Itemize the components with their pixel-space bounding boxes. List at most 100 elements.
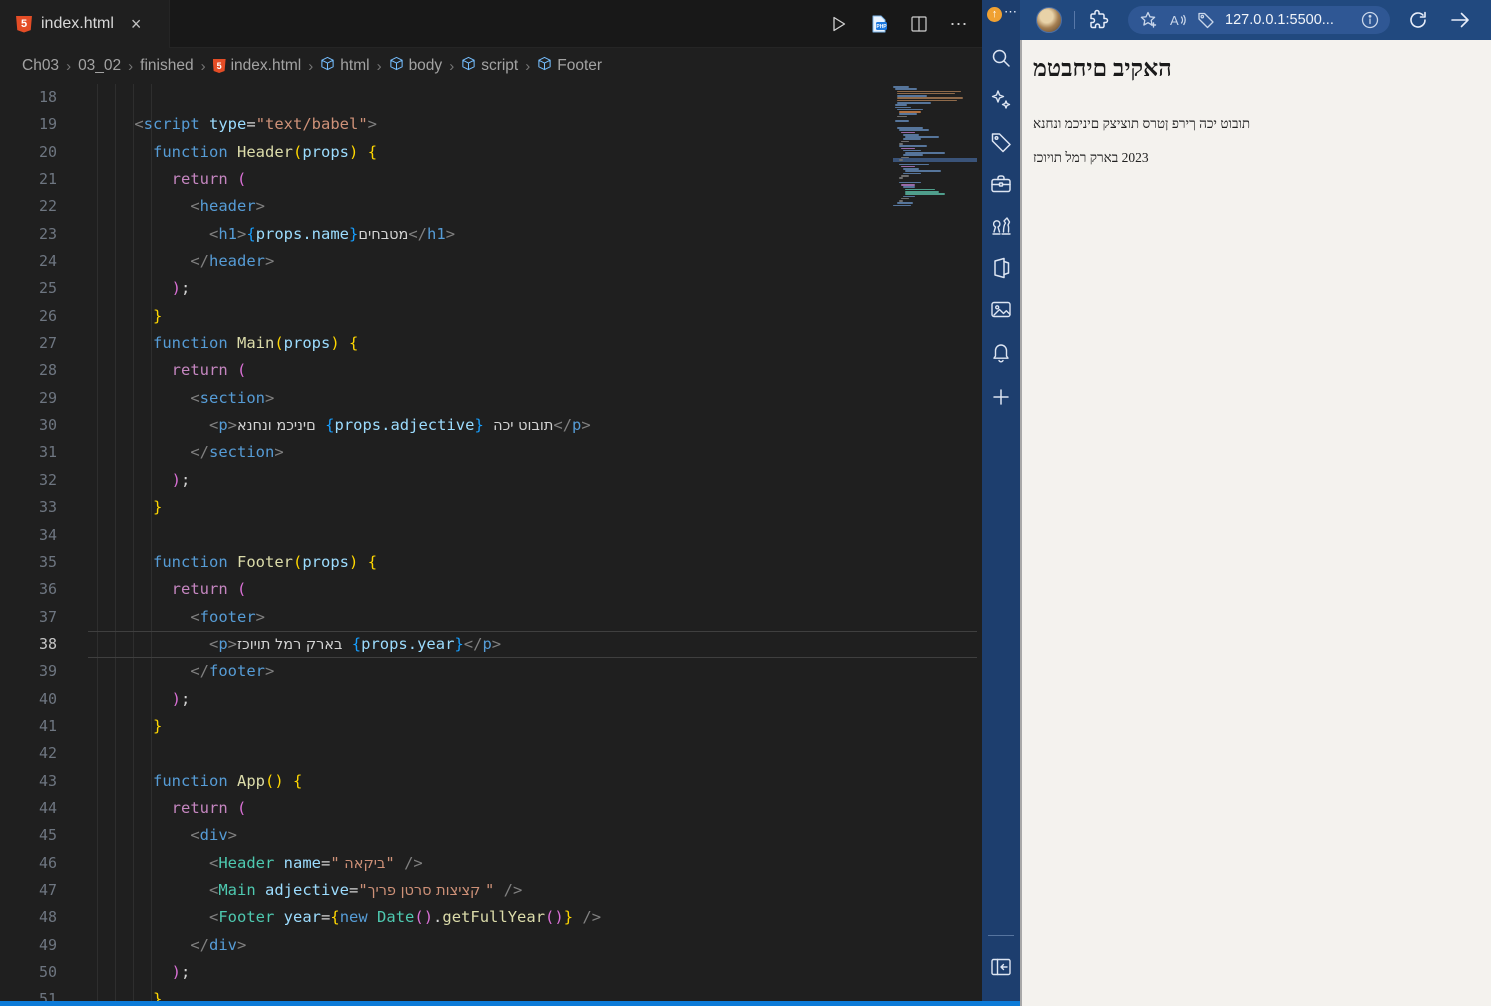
code-line-40[interactable]: ); bbox=[97, 686, 601, 713]
code-line-48[interactable]: <Footer year={new Date().getFullYear()} … bbox=[97, 904, 601, 931]
add-sidebar-item-icon[interactable] bbox=[989, 385, 1013, 409]
code-line-47[interactable]: <Main adjective="קציצות סרטן פריך " /> bbox=[97, 877, 601, 904]
tab-close-icon[interactable]: × bbox=[131, 15, 142, 33]
tools-briefcase-icon[interactable] bbox=[989, 172, 1013, 196]
code-line-22[interactable]: <header> bbox=[97, 193, 601, 220]
code-line-20[interactable]: function Header(props) { bbox=[97, 139, 601, 166]
collapse-sidebar-icon[interactable] bbox=[989, 955, 1013, 979]
profile-avatar[interactable] bbox=[1036, 7, 1062, 33]
code-line-41[interactable]: } bbox=[97, 713, 601, 740]
extensions-icon[interactable] bbox=[1086, 8, 1110, 32]
tab-label: index.html bbox=[41, 15, 114, 32]
favorites-star-icon[interactable] bbox=[1138, 10, 1158, 30]
games-chess-icon[interactable] bbox=[989, 214, 1013, 238]
code-content[interactable]: <script type="text/babel"> function Head… bbox=[97, 84, 601, 1006]
code-line-44[interactable]: return ( bbox=[97, 795, 601, 822]
code-line-23[interactable]: <h1>{props.name}מטבחים</h1> bbox=[97, 221, 601, 248]
read-aloud-icon[interactable]: A bbox=[1167, 10, 1187, 30]
code-token: p bbox=[482, 634, 492, 653]
breadcrumb-item-03-02[interactable]: 03_02 bbox=[78, 57, 121, 75]
code-line-30[interactable]: <p>םיניכמ ונחנא {props.adjective} תובוט … bbox=[97, 412, 601, 439]
code-token: ביקאה bbox=[339, 855, 386, 872]
split-editor-button[interactable] bbox=[906, 11, 932, 37]
code-line-29[interactable]: <section> bbox=[97, 385, 601, 412]
code-line-32[interactable]: ); bbox=[97, 467, 601, 494]
minimap-row bbox=[895, 120, 909, 122]
code-line-43[interactable]: function App() { bbox=[97, 768, 601, 795]
code-line-42[interactable] bbox=[97, 740, 601, 767]
code-token: מטבחים bbox=[358, 226, 409, 243]
code-line-18[interactable] bbox=[97, 84, 601, 111]
minimap-row bbox=[895, 88, 917, 90]
breadcrumb-item-index-html[interactable]: 5 index.html bbox=[212, 57, 301, 75]
code-token: ) bbox=[330, 334, 340, 353]
sidebar-more-icon[interactable]: ⋯ bbox=[1004, 4, 1018, 20]
code-token: > bbox=[237, 224, 247, 243]
forward-button[interactable] bbox=[1448, 8, 1472, 32]
code-line-35[interactable]: function Footer(props) { bbox=[97, 549, 601, 576]
code-line-25[interactable]: ); bbox=[97, 275, 601, 302]
screenshot-image-icon[interactable] bbox=[989, 298, 1013, 322]
code-token: return bbox=[171, 361, 228, 380]
code-token: < bbox=[208, 634, 219, 653]
more-actions-button[interactable]: ⋯ bbox=[946, 11, 972, 37]
code-line-26[interactable]: } bbox=[97, 303, 601, 330]
breadcrumb-item-body[interactable]: body bbox=[389, 56, 442, 76]
minimap[interactable] bbox=[893, 86, 977, 266]
code-token: div bbox=[199, 826, 228, 845]
code-line-19[interactable]: <script type="text/babel"> bbox=[97, 111, 601, 138]
breadcrumb-item-html[interactable]: html bbox=[320, 56, 370, 76]
code-token: Footer bbox=[218, 908, 275, 927]
breadcrumb-label: html bbox=[340, 57, 370, 74]
code-token: { bbox=[349, 334, 359, 353]
code-line-50[interactable]: ); bbox=[97, 959, 601, 986]
code-line-21[interactable]: return ( bbox=[97, 166, 601, 193]
code-line-36[interactable]: return ( bbox=[97, 576, 601, 603]
line-number: 46 bbox=[38, 853, 57, 872]
code-line-27[interactable]: function Main(props) { bbox=[97, 330, 601, 357]
tag-icon[interactable] bbox=[1196, 10, 1216, 30]
code-line-38[interactable]: <p>בארק רמל תויוכז {props.year}</p> bbox=[97, 631, 601, 658]
shopping-tag-icon[interactable] bbox=[989, 130, 1013, 154]
code-token: ) bbox=[349, 142, 359, 161]
address-bar[interactable]: A 127.0.0.1:5500... bbox=[1128, 6, 1390, 34]
breadcrumb-item-ch03[interactable]: Ch03 bbox=[22, 57, 59, 75]
code-line-33[interactable]: } bbox=[97, 494, 601, 521]
refresh-button[interactable] bbox=[1406, 8, 1430, 32]
code-line-24[interactable]: </header> bbox=[97, 248, 601, 275]
minimap-row bbox=[899, 145, 927, 147]
tab-index-html[interactable]: 5 index.html × bbox=[0, 0, 170, 48]
code-token: { bbox=[330, 908, 340, 927]
code-token: = bbox=[246, 115, 256, 134]
run-button[interactable] bbox=[826, 11, 852, 37]
code-line-34[interactable] bbox=[97, 522, 601, 549]
site-info-icon[interactable] bbox=[1360, 10, 1380, 30]
code-editor[interactable]: 18 19 20 21 22 23 24 25 26 27 28 29 30 31 32 33 34 35 36 37… bbox=[0, 84, 982, 1006]
search-icon[interactable] bbox=[989, 46, 1013, 70]
breadcrumb-item-script[interactable]: script bbox=[461, 56, 518, 76]
notifications-bell-icon[interactable] bbox=[989, 340, 1013, 364]
code-line-37[interactable]: <footer> bbox=[97, 604, 601, 631]
code-token: "text/babel" bbox=[255, 115, 368, 134]
open-in-browser-button[interactable]: PHP bbox=[866, 11, 892, 37]
update-badge-icon[interactable]: ↑ bbox=[987, 7, 1002, 22]
breadcrumb-item-footer[interactable]: Footer bbox=[537, 56, 602, 76]
code-line-31[interactable]: </section> bbox=[97, 439, 601, 466]
code-line-39[interactable]: </footer> bbox=[97, 658, 601, 685]
code-token: h1 bbox=[427, 224, 446, 243]
discover-sparkles-icon[interactable] bbox=[989, 88, 1013, 112]
code-line-49[interactable]: </div> bbox=[97, 932, 601, 959]
code-line-45[interactable]: <div> bbox=[97, 822, 601, 849]
code-line-28[interactable]: return ( bbox=[97, 357, 601, 384]
breadcrumb-item-finished[interactable]: finished bbox=[140, 57, 193, 75]
url-text[interactable]: 127.0.0.1:5500... bbox=[1225, 12, 1351, 28]
office-icon[interactable] bbox=[989, 256, 1013, 280]
code-line-46[interactable]: <Header name=" ביקאה" /> bbox=[97, 850, 601, 877]
